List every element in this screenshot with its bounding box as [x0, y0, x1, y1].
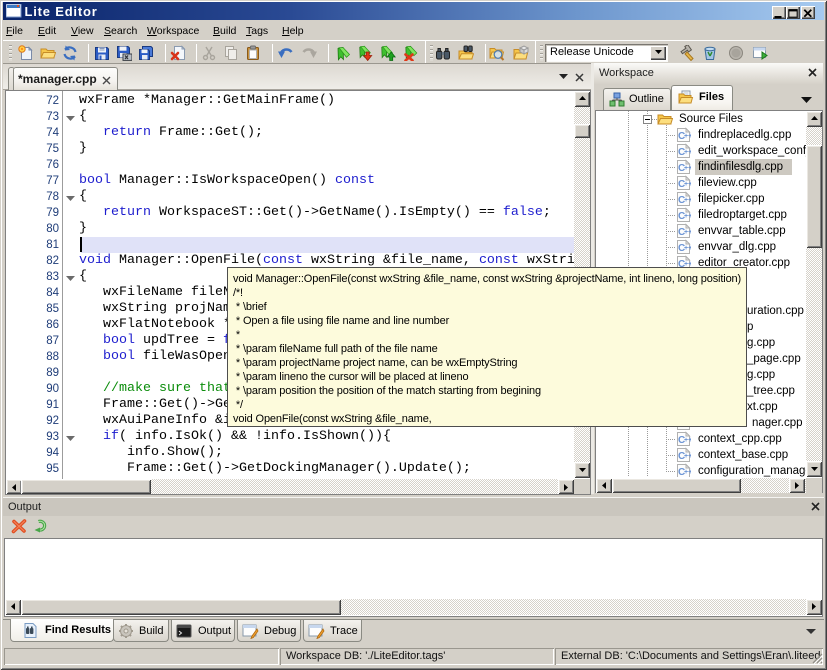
svg-text:++: ++ [684, 213, 691, 220]
svg-text:++: ++ [684, 149, 691, 156]
svg-text:++: ++ [684, 133, 691, 140]
svg-text:++: ++ [684, 437, 691, 444]
svg-text:++: ++ [684, 453, 691, 460]
svg-text:++: ++ [684, 181, 691, 188]
svg-text:++: ++ [684, 245, 691, 252]
svg-text:++: ++ [684, 197, 691, 204]
svg-text:++: ++ [684, 165, 691, 172]
svg-text:++: ++ [684, 469, 691, 476]
svg-text:++: ++ [684, 229, 691, 236]
